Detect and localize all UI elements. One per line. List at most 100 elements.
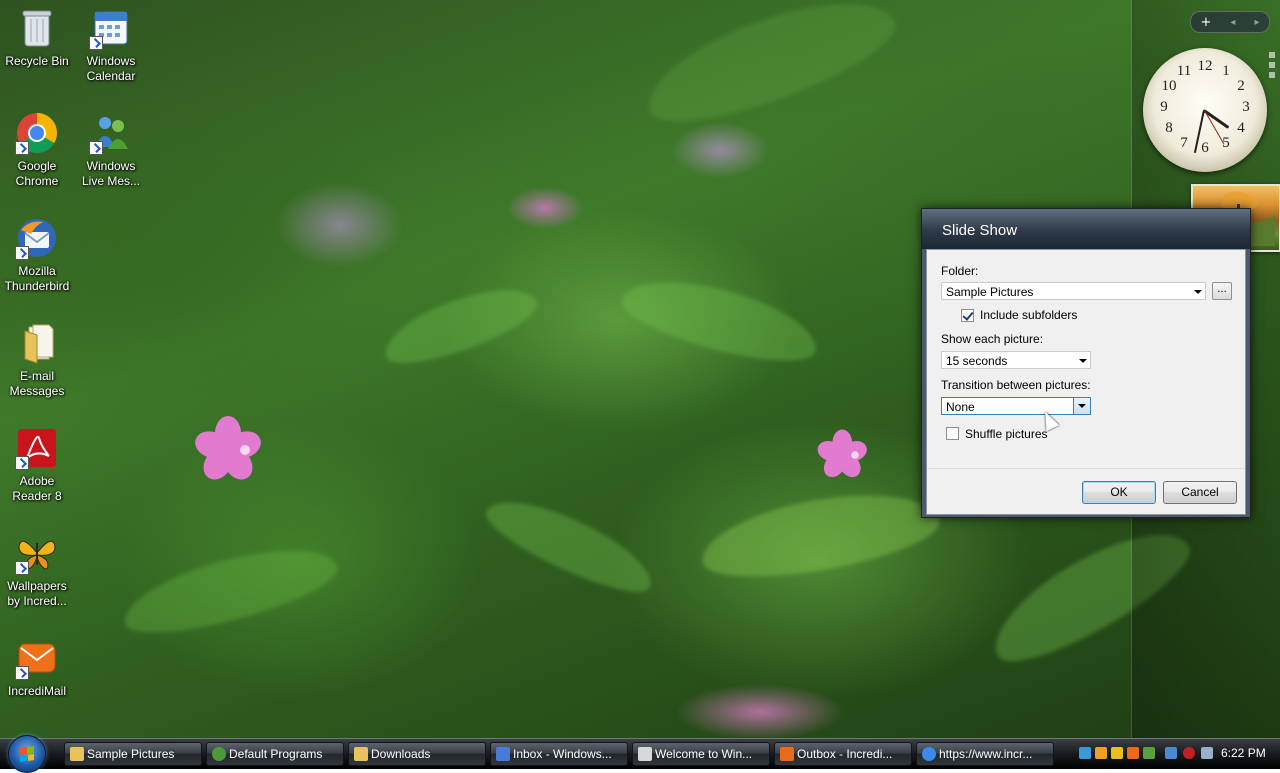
taskbar-item-welcome-center[interactable]: Welcome to Win... — [632, 742, 770, 766]
messenger-icon — [89, 111, 133, 155]
desktop-icon-label: IncrediMail — [7, 684, 67, 698]
clock-number: 3 — [1242, 99, 1250, 115]
shortcut-arrow-icon — [15, 456, 29, 470]
dialog-separator — [927, 468, 1245, 469]
sidebar-add-gadget-button[interactable]: + — [1201, 15, 1212, 30]
cancel-button[interactable]: Cancel — [1163, 481, 1237, 504]
shortcut-arrow-icon — [89, 36, 103, 50]
slide-show-dialog: Slide Show Folder: Sample Pictures ... I… — [921, 208, 1251, 518]
clock-number: 2 — [1237, 78, 1245, 94]
chevron-down-icon — [1078, 404, 1086, 408]
leaf-decoration — [477, 484, 663, 606]
desktop-icon-adobe-reader[interactable]: Adobe Reader 8 — [0, 424, 74, 504]
taskbar-item-label: https://www.incr... — [939, 747, 1033, 761]
clock-number: 9 — [1160, 99, 1168, 115]
welcome-icon — [638, 747, 652, 761]
shuffle-pictures-checkbox[interactable] — [946, 427, 959, 440]
shield-icon[interactable] — [1111, 747, 1123, 759]
taskbar: Sample Pictures Default Programs Downloa… — [0, 735, 1280, 773]
network-icon[interactable] — [1079, 747, 1091, 759]
sidebar-prev-button[interactable]: ◂ — [1230, 17, 1235, 28]
volume-muted-icon[interactable] — [1183, 747, 1195, 759]
tray-app-icon[interactable] — [1143, 747, 1155, 759]
desktop-icon-email-messages[interactable]: E-mail Messages — [0, 319, 74, 399]
taskbar-item-sample-pictures[interactable]: Sample Pictures — [64, 742, 202, 766]
folder-icon — [15, 321, 59, 365]
folder-label: Folder: — [941, 264, 979, 278]
taskbar-item-label: Welcome to Win... — [655, 747, 753, 761]
clock-number: 11 — [1176, 63, 1192, 79]
shortcut-arrow-icon — [15, 141, 29, 155]
taskbar-item-internet-explorer[interactable]: https://www.incr... — [916, 742, 1054, 766]
butterfly-icon — [15, 531, 59, 575]
browse-button[interactable]: ... — [1212, 282, 1232, 300]
taskbar-item-default-programs[interactable]: Default Programs — [206, 742, 344, 766]
calendar-icon — [89, 6, 133, 50]
clock-number: 10 — [1161, 78, 1177, 94]
folder-dropdown[interactable]: Sample Pictures — [941, 282, 1206, 300]
clock-hour-hand — [1203, 109, 1230, 129]
desktop-icon-label: Adobe Reader 8 — [12, 474, 62, 503]
incredimail-tray-icon[interactable] — [1095, 747, 1107, 759]
include-subfolders-label: Include subfolders — [980, 308, 1078, 322]
taskbar-item-label: Downloads — [371, 747, 431, 761]
chevron-down-icon — [1079, 359, 1087, 363]
desktop-icon-incredimail[interactable]: IncrediMail — [0, 634, 74, 699]
taskbar-item-outbox-incredimail[interactable]: Outbox - Incredi... — [774, 742, 912, 766]
desktop-icon-recycle-bin[interactable]: Recycle Bin — [0, 4, 74, 69]
clock-number: 12 — [1197, 58, 1213, 74]
folder-icon — [354, 747, 368, 761]
shortcut-arrow-icon — [15, 246, 29, 260]
folder-dropdown-value: Sample Pictures — [946, 285, 1034, 299]
transition-dropdown-button[interactable] — [1073, 398, 1090, 414]
desktop-icon-label: E-mail Messages — [9, 369, 65, 398]
folder-icon — [70, 747, 84, 761]
power-icon[interactable] — [1201, 747, 1213, 759]
flower-decoration — [190, 405, 300, 495]
desktop-icon-label: Wallpapers by Incred... — [7, 579, 67, 608]
desktop-icon-mozilla-thunderbird[interactable]: Mozilla Thunderbird — [0, 214, 74, 294]
dialog-title: Slide Show — [922, 209, 1250, 249]
show-each-picture-value: 15 seconds — [946, 354, 1008, 368]
leaf-decoration — [376, 274, 544, 376]
recycle-bin-icon — [15, 6, 59, 50]
desktop-icon-windows-calendar[interactable]: Windows Calendar — [74, 4, 148, 84]
desktop-icon-label: Google Chrome — [15, 159, 59, 188]
clock-time[interactable]: 6:22 PM — [1221, 746, 1266, 760]
desktop-icon-label: Windows Live Mes... — [81, 159, 141, 188]
shortcut-arrow-icon — [15, 666, 29, 680]
desktop-icon-windows-live-messenger[interactable]: Windows Live Mes... — [74, 109, 148, 189]
incredimail-icon — [780, 747, 794, 761]
taskbar-item-label: Default Programs — [229, 747, 323, 761]
mail-icon — [496, 747, 510, 761]
shortcut-arrow-icon — [15, 561, 29, 575]
clock-gadget[interactable]: 12 1 2 3 4 5 6 7 8 9 10 11 — [1143, 48, 1267, 172]
include-subfolders-checkbox[interactable] — [961, 309, 974, 322]
notifier-icon[interactable] — [1127, 747, 1139, 759]
sidebar-gadget-handle[interactable] — [1269, 48, 1277, 118]
leaf-decoration — [615, 265, 825, 375]
transition-label: Transition between pictures: — [941, 378, 1091, 392]
ie-icon — [922, 747, 936, 761]
windows-logo-icon — [20, 746, 34, 762]
thunderbird-icon — [15, 216, 59, 260]
taskbar-item-inbox-windows-mail[interactable]: Inbox - Windows... — [490, 742, 628, 766]
ok-button[interactable]: OK — [1082, 481, 1156, 504]
monitor-network-icon[interactable] — [1165, 747, 1177, 759]
transition-value: None — [946, 400, 975, 414]
taskbar-item-label: Sample Pictures — [87, 747, 175, 761]
leaf-decoration — [115, 532, 345, 648]
desktop-icon-wallpapers[interactable]: Wallpapers by Incred... — [0, 529, 74, 609]
start-button[interactable] — [8, 735, 46, 773]
leaf-decoration — [634, 0, 906, 143]
clock-number: 7 — [1180, 135, 1188, 151]
taskbar-item-downloads[interactable]: Downloads — [348, 742, 486, 766]
sidebar-next-button[interactable]: ▸ — [1254, 17, 1259, 28]
show-each-picture-dropdown[interactable]: 15 seconds — [941, 351, 1091, 369]
flower-decoration — [814, 421, 897, 489]
desktop-icon-label: Recycle Bin — [5, 54, 69, 68]
desktop-icon-google-chrome[interactable]: Google Chrome — [0, 109, 74, 189]
shuffle-pictures-label: Shuffle pictures — [965, 427, 1048, 441]
transition-dropdown[interactable]: None — [941, 397, 1091, 415]
taskbar-item-label: Outbox - Incredi... — [797, 747, 893, 761]
